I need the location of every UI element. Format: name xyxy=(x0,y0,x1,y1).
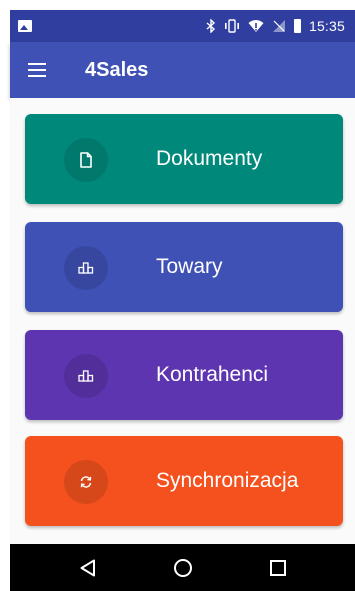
app-bar: 4Sales xyxy=(10,42,355,98)
hamburger-menu-icon[interactable] xyxy=(9,42,65,98)
tile-label: Kontrahenci xyxy=(156,363,269,386)
boxes-icon-circle xyxy=(64,354,108,398)
recents-icon xyxy=(269,559,286,576)
tile-label: Dokumenty xyxy=(156,147,263,170)
battery-icon xyxy=(293,19,301,33)
tile-label: Synchronizacja xyxy=(156,469,299,492)
tile-towary[interactable]: Towary xyxy=(25,222,343,312)
document-icon-circle xyxy=(64,138,108,182)
boxes-icon-circle xyxy=(64,246,108,290)
boxes-icon xyxy=(78,262,94,274)
home-icon xyxy=(173,558,192,577)
tile-synchronizacja[interactable]: Synchronizacja xyxy=(25,436,343,526)
system-navigation-bar xyxy=(10,544,355,591)
no-signal-icon xyxy=(272,20,285,32)
tile-label: Towary xyxy=(156,255,223,278)
recents-button[interactable] xyxy=(258,548,298,588)
app-title: 4Sales xyxy=(85,58,149,81)
back-icon xyxy=(80,559,95,576)
vibrate-icon xyxy=(224,19,239,33)
tile-kontrahenci[interactable]: Kontrahenci xyxy=(25,330,343,420)
home-button[interactable] xyxy=(163,548,203,588)
document-icon xyxy=(80,152,92,168)
wifi-icon xyxy=(248,20,264,32)
back-button[interactable] xyxy=(68,548,108,588)
sync-icon-circle xyxy=(64,460,108,504)
status-bar: 15:35 xyxy=(10,10,355,42)
bluetooth-icon xyxy=(206,19,215,33)
tile-dokumenty[interactable]: Dokumenty xyxy=(25,114,343,204)
sync-icon xyxy=(80,476,92,488)
image-icon xyxy=(18,20,32,32)
status-time: 15:35 xyxy=(308,18,345,34)
boxes-icon xyxy=(78,370,94,382)
main-content: Dokumenty Towary Kontrahenci Synchroniza… xyxy=(10,98,355,544)
